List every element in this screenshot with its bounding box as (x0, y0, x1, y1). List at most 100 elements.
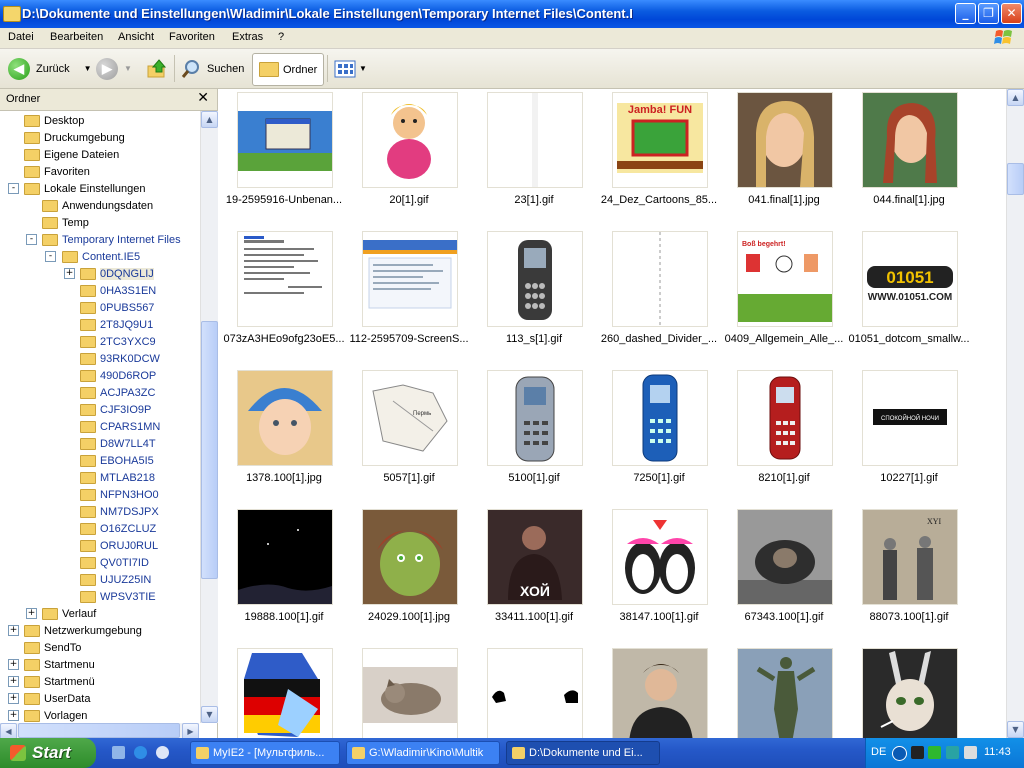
chevron-down-icon[interactable]: ▼ (84, 64, 92, 73)
menu-bearbeiten[interactable]: Bearbeiten (50, 31, 103, 43)
tray-app-icon[interactable] (911, 746, 924, 759)
tree-item[interactable]: UJUZ25IN (80, 571, 151, 588)
tree-item[interactable]: Startmenu (24, 656, 95, 673)
tree-item[interactable]: Startmenü (24, 673, 95, 690)
thumbnail-frame[interactable]: Jamba! FUN (612, 92, 708, 188)
thumbnail-frame[interactable] (237, 509, 333, 605)
start-button[interactable]: Start (0, 738, 96, 768)
thumbnail-frame[interactable] (362, 92, 458, 188)
thumbnail-frame[interactable] (237, 231, 333, 327)
file-tile[interactable]: ХОЙ 33411.100[1].gif (470, 506, 590, 636)
chevron-down-icon[interactable]: ▼ (124, 64, 132, 73)
thumbnail-frame[interactable]: СПОКОЙНОЙ НОЧИ (862, 370, 958, 466)
tree-item[interactable]: NM7DSJPX (80, 503, 159, 520)
minimize-button[interactable]: _ (955, 3, 976, 24)
file-tile[interactable]: 5100[1].gif (470, 367, 590, 497)
file-tile[interactable]: 20[1].gif (345, 89, 465, 219)
file-tile[interactable]: 24029.100[1].jpg (345, 506, 465, 636)
tree-item[interactable]: NFPN3HO0 (80, 486, 159, 503)
close-button[interactable]: ✕ (1001, 3, 1022, 24)
scroll-down-arrow-icon[interactable]: ▼ (201, 706, 218, 723)
thumbnail-frame[interactable] (862, 92, 958, 188)
file-tile[interactable]: 01051 WWW.01051.COM 01051_dotcom_smallw... (845, 228, 970, 358)
thumbnail-frame[interactable] (487, 648, 583, 738)
scroll-up-arrow-icon[interactable]: ▲ (1007, 89, 1024, 106)
expand-plus-icon[interactable]: + (8, 710, 19, 721)
file-tile[interactable]: 073zA3HEo9ofg23oE5... (220, 228, 345, 358)
thumbnail-frame[interactable] (612, 509, 708, 605)
tree-item[interactable]: Favoriten (24, 163, 90, 180)
thumbnail-frame[interactable]: Пермь (362, 370, 458, 466)
file-tile[interactable]: Boß begehrt! 0409_Allgemein_Alle_... (720, 228, 843, 358)
tree-item[interactable]: Vorlagen (24, 707, 87, 723)
thumbnail-frame[interactable] (612, 370, 708, 466)
tree-item[interactable]: Anwendungsdaten (42, 197, 153, 214)
file-tile[interactable]: 8210[1].gif (720, 367, 840, 497)
tree-item[interactable]: Eigene Dateien (24, 146, 119, 163)
scroll-up-arrow-icon[interactable]: ▲ (201, 111, 218, 128)
file-tile[interactable] (220, 645, 340, 738)
menu-ansicht[interactable]: Ansicht (118, 31, 154, 43)
tree-item[interactable]: Verlauf (42, 605, 96, 622)
tree-item[interactable]: QV0TI7ID (80, 554, 149, 571)
tree-item[interactable]: 490D6ROP (80, 367, 156, 384)
media-player-icon[interactable] (156, 746, 169, 759)
thumbnail-frame[interactable]: XYI (862, 509, 958, 605)
tree-item[interactable]: Netzwerkumgebung (24, 622, 142, 639)
thumbnail-frame[interactable]: Boß begehrt! (737, 231, 833, 327)
tree-item[interactable]: Content.IE5 (62, 248, 140, 265)
menu-help[interactable]: ? (278, 31, 284, 43)
forward-button[interactable]: ▶ ▼ (96, 53, 132, 84)
thumbnail-frame[interactable]: ХОЙ (487, 509, 583, 605)
file-tile[interactable]: 19-2595916-Unbenan... (220, 89, 342, 219)
file-tile[interactable]: XYI 88073.100[1].gif (845, 506, 965, 636)
file-tile[interactable]: 041.final[1].jpg (720, 89, 840, 219)
internet-explorer-icon[interactable] (134, 746, 147, 759)
up-folder-button[interactable] (146, 53, 168, 84)
thumbnail-frame[interactable] (487, 231, 583, 327)
file-tile[interactable]: 044.final[1].jpg (845, 89, 965, 219)
thumbnail-frame[interactable] (737, 92, 833, 188)
tree-item[interactable]: SendTo (24, 639, 81, 656)
file-tile[interactable]: 67343.100[1].gif (720, 506, 840, 636)
file-tile[interactable]: 1378.100[1].jpg (220, 367, 340, 497)
menu-datei[interactable]: Datei (8, 31, 34, 43)
taskbar-task-multik[interactable]: G:\Wladimir\Kino\Multik (346, 741, 500, 765)
taskbar-task-content[interactable]: D:\Dokumente und Ei... (506, 741, 660, 765)
tree-item[interactable]: D8W7LL4T (80, 435, 156, 452)
tree-item[interactable]: MTLAB218 (80, 469, 155, 486)
tree-item[interactable]: ORUJ0RUL (80, 537, 158, 554)
tree-item[interactable]: Temporary Internet Files (42, 231, 181, 248)
file-tile[interactable]: 260_dashed_Divider_... (595, 228, 717, 358)
file-tile[interactable]: 7250[1].gif (595, 367, 715, 497)
file-tile[interactable]: СПОКОЙНОЙ НОЧИ 10227[1].gif (845, 367, 965, 497)
tree-item[interactable]: 0HA3S1EN (80, 282, 156, 299)
file-tile[interactable]: 113_s[1].gif (470, 228, 590, 358)
expand-plus-icon[interactable]: + (8, 693, 19, 704)
back-button[interactable]: ◀ Zurück ▼ (8, 53, 92, 84)
expand-plus-icon[interactable]: + (26, 608, 37, 619)
menu-extras[interactable]: Extras (232, 31, 263, 43)
folder-pane-horizontal-scrollbar[interactable]: ◀ ▶ (0, 723, 199, 740)
tree-item[interactable]: Temp (42, 214, 89, 231)
file-tile[interactable] (345, 645, 465, 738)
file-tile[interactable]: 23[1].gif (470, 89, 590, 219)
thumbnail-frame[interactable] (612, 648, 708, 738)
language-indicator[interactable]: DE (871, 746, 886, 758)
scrollbar-thumb[interactable] (18, 723, 180, 738)
file-tile[interactable]: 19888.100[1].gif (220, 506, 340, 636)
collapse-minus-icon[interactable]: - (8, 183, 19, 194)
close-icon[interactable]: ✕ (197, 90, 209, 106)
scroll-down-arrow-icon[interactable]: ▼ (1007, 721, 1024, 738)
expand-plus-icon[interactable]: + (8, 676, 19, 687)
thumbnail-frame[interactable] (237, 648, 333, 738)
tree-item[interactable]: UserData (24, 690, 90, 707)
search-button[interactable]: Suchen (180, 53, 244, 84)
tree-item[interactable]: 93RK0DCW (80, 350, 160, 367)
tree-item[interactable]: Druckumgebung (24, 129, 125, 146)
scrollbar-thumb[interactable] (1007, 163, 1024, 195)
thumbnail-frame[interactable] (362, 648, 458, 738)
tree-item[interactable]: 2TC3YXC9 (80, 333, 156, 350)
tree-item[interactable]: ACJPA3ZC (80, 384, 155, 401)
tree-item[interactable]: 0DQNGLIJ (80, 265, 154, 282)
